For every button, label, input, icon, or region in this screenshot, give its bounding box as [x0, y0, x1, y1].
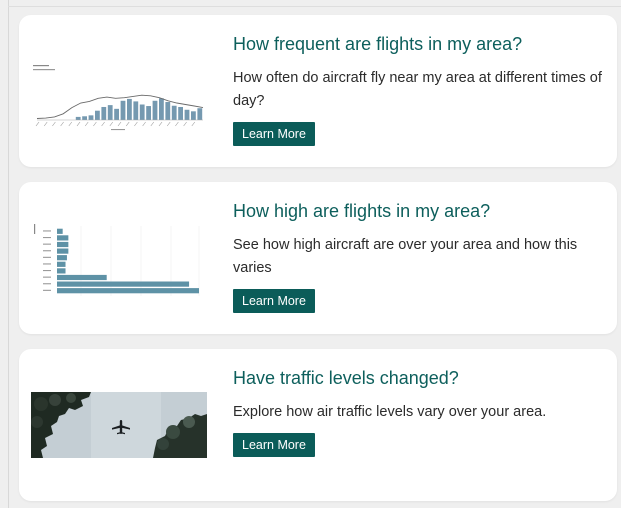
chart-tick-label	[43, 289, 51, 291]
chart-tick-label	[175, 121, 179, 127]
chart-tick-label	[101, 121, 105, 127]
chart-bar	[82, 116, 87, 120]
page: How frequent are flights in my area? How…	[0, 0, 621, 508]
learn-more-button[interactable]: Learn More	[233, 289, 315, 313]
chart-bar	[57, 261, 66, 267]
chart-bar	[184, 109, 190, 120]
chart-tick-label	[109, 121, 114, 127]
chart-tick-label	[117, 121, 122, 127]
chart-bar	[120, 100, 126, 120]
chart-tick-label	[43, 230, 51, 232]
chart-bar	[57, 248, 69, 254]
chart-bar	[57, 228, 63, 234]
chart-bar	[171, 105, 177, 120]
chart-bar	[107, 105, 113, 120]
chart-bars	[57, 228, 199, 294]
chart-tick-label	[43, 270, 51, 272]
card-content: Have traffic levels changed? Explore how…	[233, 367, 603, 457]
card-title: How frequent are flights in my area?	[233, 34, 523, 54]
chart-x-axis-label	[111, 129, 125, 131]
chart-bar	[57, 274, 107, 281]
chart-bar	[159, 98, 164, 120]
chart-tiny-title	[33, 65, 55, 71]
chart-tick-label	[93, 121, 97, 127]
chart-bar	[133, 101, 139, 120]
chart-bar	[75, 116, 81, 120]
card-content: How frequent are flights in my area? How…	[233, 33, 603, 146]
chart-bars	[75, 98, 203, 120]
learn-more-button[interactable]: Learn More	[233, 433, 315, 457]
card-content: How high are flights in my area? See how…	[233, 200, 603, 313]
chart-tick-labels	[43, 230, 51, 291]
card-flight-frequency: How frequent are flights in my area? How…	[19, 15, 617, 167]
card-title: How high are flights in my area?	[233, 201, 491, 221]
chart-bar	[152, 100, 158, 120]
chart-bar	[57, 288, 199, 294]
card-traffic-levels: Have traffic levels changed? Explore how…	[19, 349, 617, 501]
chart-tick-label	[43, 250, 51, 252]
traffic-photo-thumbnail	[31, 392, 207, 458]
chart-tick-label	[43, 237, 51, 239]
chart-tick-label	[43, 243, 51, 245]
chart-bar	[57, 255, 67, 261]
chart-bar	[57, 235, 69, 241]
chart-tick-labels	[35, 121, 196, 127]
chart-tick-label	[43, 121, 48, 127]
card-flight-altitude: How high are flights in my area? See how…	[19, 182, 617, 334]
chart-tick-label	[125, 121, 130, 127]
card-description: How often do aircraft fly near my area a…	[233, 70, 602, 109]
chart-bar	[57, 268, 66, 274]
chart-tick-label	[191, 121, 196, 127]
chart-tick-label	[43, 276, 51, 278]
card-description: Explore how air traffic levels vary over…	[233, 404, 547, 420]
chart-bar	[178, 106, 183, 120]
chart-bar	[197, 108, 203, 120]
flight-frequency-chart-thumbnail	[33, 65, 204, 131]
chart-tick-label	[183, 121, 187, 127]
divider	[8, 6, 621, 7]
chart-bar	[191, 111, 196, 120]
chart-bar	[165, 102, 171, 120]
chart-tick-label	[134, 121, 138, 127]
chart-bar	[101, 106, 107, 120]
divider	[8, 0, 9, 508]
card-description: See how high aircraft are over your area…	[233, 237, 578, 276]
chart-tick-label	[52, 121, 56, 127]
flight-altitude-chart-thumbnail	[34, 224, 200, 296]
chart-line	[36, 94, 204, 119]
chart-bar	[88, 115, 94, 120]
chart-bar	[127, 98, 132, 120]
chart-bar	[57, 241, 69, 248]
chart-tick-label	[43, 283, 51, 285]
chart-bar	[95, 110, 100, 120]
learn-more-button[interactable]: Learn More	[233, 122, 315, 146]
chart-tick-label	[60, 121, 64, 127]
card-title: Have traffic levels changed?	[233, 368, 459, 388]
chart-bar	[57, 281, 190, 287]
chart-tick-label	[158, 121, 163, 127]
chart-tick-label	[142, 121, 146, 127]
chart-tick-label	[150, 121, 155, 127]
chart-tick-label	[35, 121, 40, 127]
chart-bar	[139, 104, 145, 120]
chart-tick-label	[43, 256, 51, 258]
chart-y-axis-label	[34, 224, 36, 234]
chart-tick-label	[68, 121, 73, 127]
chart-tick-label	[166, 121, 171, 127]
chart-tick-label	[76, 121, 81, 127]
chart-bar	[114, 108, 119, 120]
chart-bar	[146, 106, 151, 120]
chart-tick-label	[84, 121, 89, 127]
chart-tick-label	[43, 263, 51, 265]
